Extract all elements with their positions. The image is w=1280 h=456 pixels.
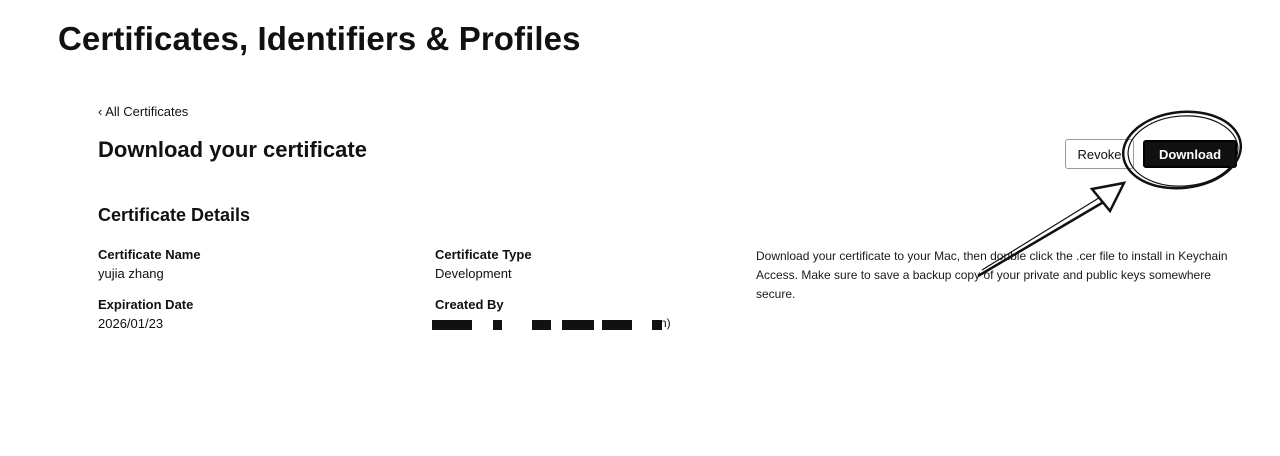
- expiration-date-label: Expiration Date: [98, 297, 194, 312]
- certificate-name-value: yujia zhang: [98, 266, 164, 281]
- created-by-value-redacted: n): [432, 316, 682, 332]
- expiration-date-value: 2026/01/23: [98, 316, 164, 331]
- redaction-block: [532, 320, 551, 330]
- certificate-details-heading: Certificate Details: [98, 205, 251, 225]
- redaction-block: [562, 320, 594, 330]
- certificate-type-value: Development: [435, 266, 512, 281]
- redaction-block: [493, 320, 502, 330]
- download-button[interactable]: Download: [1143, 140, 1237, 168]
- annotation-arrow-head: [1089, 181, 1127, 214]
- download-instructions-text: Download your certificate to your Mac, t…: [756, 249, 1228, 301]
- redaction-block: [432, 320, 472, 330]
- revoke-button[interactable]: Revoke: [1065, 139, 1134, 169]
- created-by-label: Created By: [435, 297, 504, 312]
- certificate-name-label: Certificate Name: [98, 247, 201, 262]
- page-title: Certificates, Identifiers & Profiles: [58, 20, 581, 57]
- created-by-value-end: n): [660, 316, 671, 330]
- redaction-block: [602, 320, 632, 330]
- back-to-all-certificates-link[interactable]: ‹ All Certificates: [98, 103, 188, 121]
- certificate-type-label: Certificate Type: [435, 247, 532, 262]
- hand-drawn-annotation: [977, 110, 1243, 278]
- download-certificate-heading: Download your certificate: [98, 137, 367, 162]
